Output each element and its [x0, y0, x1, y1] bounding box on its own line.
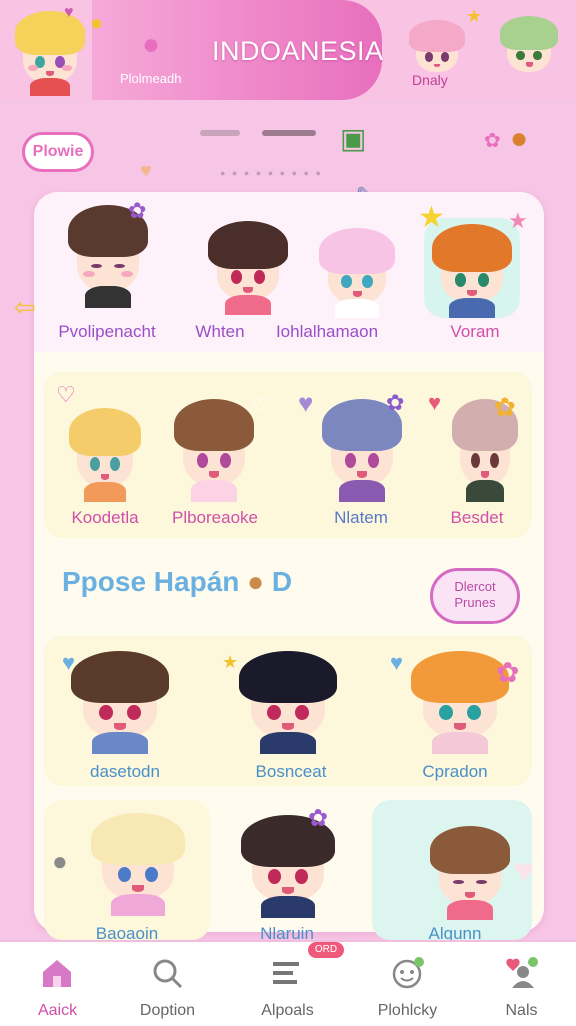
character-name: Cpradon — [422, 762, 488, 781]
bow-icon: ✿ — [128, 198, 147, 223]
cookie-icon: ● — [510, 122, 529, 155]
tab-label: Nals — [505, 1002, 538, 1019]
heart-icon: ♥ — [298, 388, 314, 418]
tab-label: Plohlcky — [377, 1002, 438, 1019]
character-card[interactable] — [62, 644, 178, 754]
heart-icon: ♥ — [514, 852, 535, 890]
cat-icon: ● — [52, 846, 68, 876]
profile-avatar[interactable] — [8, 6, 92, 96]
character-card[interactable] — [312, 222, 402, 318]
pager-dots: ● ● ● ● ● ● ● ● ● — [220, 168, 323, 178]
pager-indicator-2[interactable] — [262, 130, 316, 136]
character-card[interactable] — [62, 402, 148, 502]
drop-icon: ● — [142, 28, 161, 61]
character-card[interactable] — [422, 820, 518, 920]
section-title-suffix: D — [271, 566, 293, 597]
search-icon — [153, 959, 183, 989]
tab-label: Doption — [139, 1002, 196, 1019]
list-icon — [273, 962, 299, 984]
tab-search[interactable]: Doption — [110, 942, 225, 1026]
bow-sticker-icon: ✿ — [484, 130, 501, 152]
pager-indicator-1[interactable] — [200, 130, 240, 136]
notification-badge: ORD — [308, 942, 344, 958]
arrow-icon: ⇦ — [14, 292, 36, 322]
character-name: Nlatem — [334, 508, 388, 527]
home-icon — [43, 960, 71, 987]
character-name: Pvolipenacht — [58, 322, 156, 341]
heart-icon: ♥ — [140, 160, 152, 182]
section-title-text: Ppose Hapán — [62, 566, 240, 597]
heart-icon: ♥ — [62, 650, 76, 675]
star-icon: ★ — [508, 208, 528, 233]
star-icon: ★ — [222, 652, 239, 672]
heart-icon: ♥ — [428, 390, 442, 415]
star-icon: ★ — [466, 6, 483, 26]
tab-profile[interactable]: Plohlcky — [350, 942, 465, 1026]
speech-bubble-icon: ♡ — [56, 382, 76, 407]
character-card[interactable] — [82, 806, 194, 916]
header-title: INDOANESIA — [212, 36, 384, 66]
face-icon — [392, 957, 424, 989]
character-card[interactable] — [166, 392, 262, 502]
section-title: Ppose Hapán ● D — [62, 566, 292, 598]
bow-icon: ✿ — [496, 657, 520, 688]
character-card[interactable] — [230, 644, 346, 754]
heart-user-icon — [506, 957, 538, 988]
app-header: ● ♥ ● INDOANESIA Plolmeadh Dnaly ★ — [0, 0, 576, 100]
bow-icon: ✿ — [386, 390, 405, 415]
tab-friends[interactable]: Nals — [464, 942, 576, 1026]
bottom-tab-bar: Aaick Doption Alpoals Plohlcky Nals — [0, 940, 576, 1026]
character-name: Voram — [450, 322, 500, 341]
book-icon: ▣ — [340, 123, 367, 154]
friend-avatar-green[interactable] — [494, 12, 564, 82]
bow-icon: ♥ — [64, 4, 74, 21]
header-subtitle: Plolmeadh — [120, 71, 182, 86]
tab-label: Aaick — [37, 1002, 78, 1019]
character-name: Iohlalhamaon — [275, 322, 379, 341]
tag-pill[interactable]: Plowie — [22, 132, 94, 172]
bow-icon: ✿ — [308, 805, 329, 832]
bear-icon: ● — [247, 566, 265, 597]
character-name: dasetodn — [90, 762, 160, 781]
character-name: Bosnceat — [255, 762, 327, 781]
character-name: Besdet — [450, 508, 504, 527]
heart-icon: ♡ — [250, 392, 270, 417]
character-card[interactable] — [200, 215, 296, 315]
character-name: Whten — [195, 322, 245, 341]
tab-label: Alpoals — [261, 1002, 314, 1019]
star-icon: ★ — [418, 201, 445, 234]
flower-icon: ✿ — [494, 392, 516, 422]
heart-icon: ♥ — [390, 650, 404, 675]
speech-bubble[interactable]: Dlercot Prunes — [430, 568, 520, 624]
bear-sticker-icon: ● — [90, 10, 104, 35]
character-name: Plboreaoke — [171, 508, 258, 527]
header-right-label: Dnaly — [412, 72, 448, 88]
tab-home[interactable]: Aaick — [0, 942, 115, 1026]
